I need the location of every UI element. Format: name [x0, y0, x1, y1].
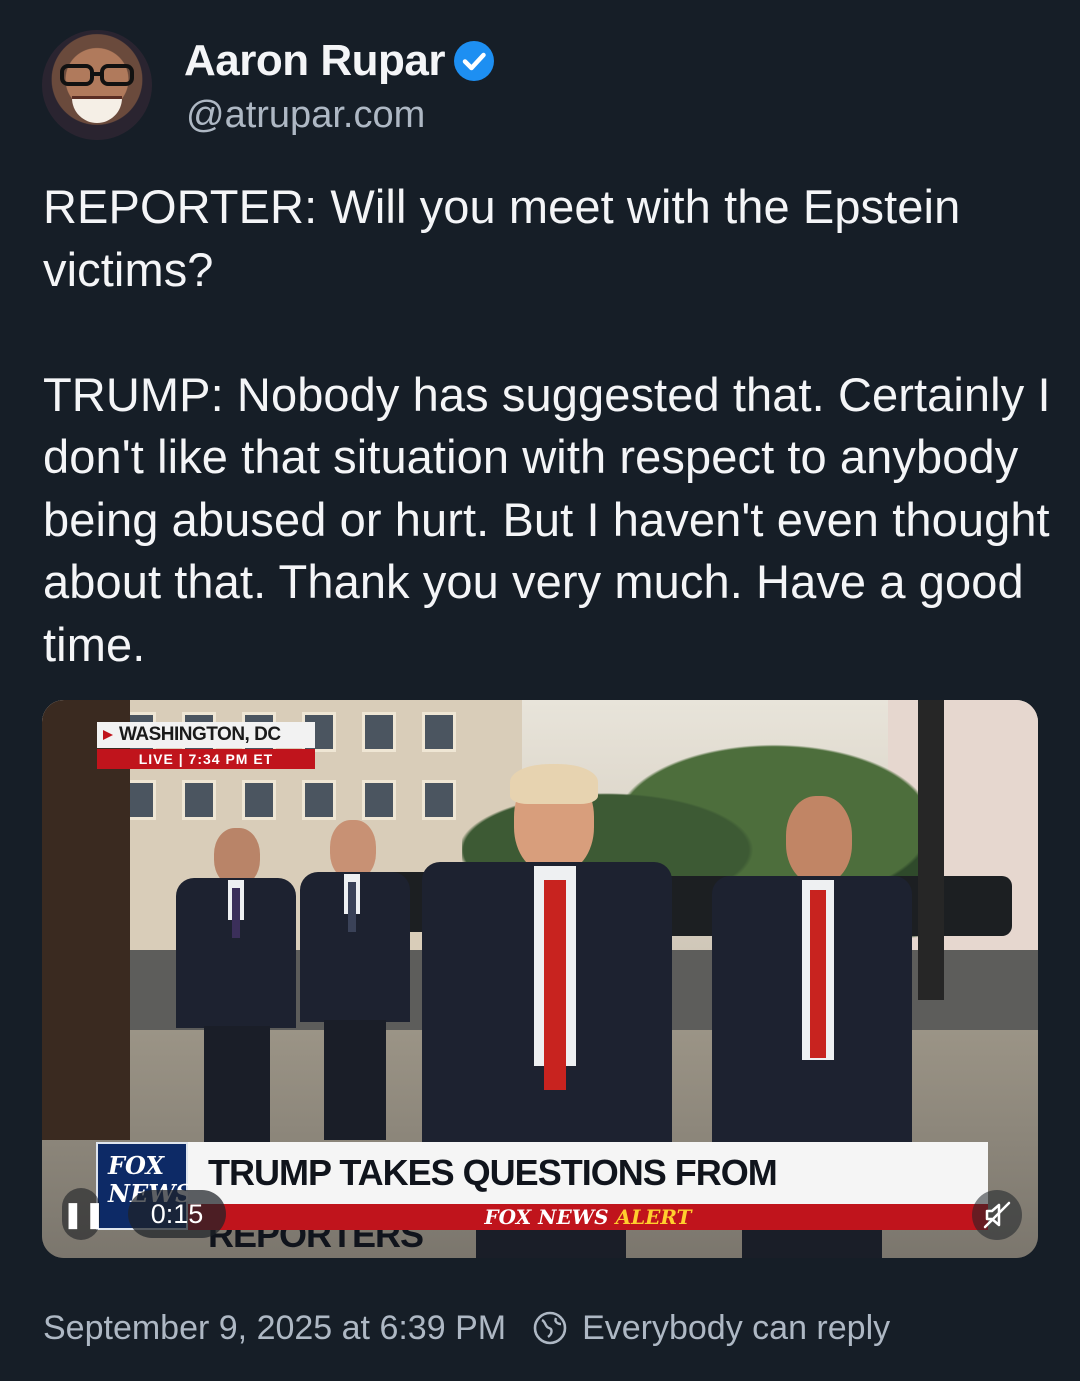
muted-speaker-icon	[983, 1201, 1011, 1229]
glasses-icon	[60, 64, 134, 86]
elapsed-time: 0:15	[128, 1190, 226, 1238]
post-header: Aaron Rupar @atrupar.com	[42, 30, 1042, 145]
alert-word: ALERT	[615, 1205, 692, 1229]
globe-icon	[533, 1311, 567, 1345]
live-label: LIVE | 7:34 PM ET	[97, 749, 315, 769]
post-timestamp[interactable]: September 9, 2025 at 6:39 PM	[43, 1309, 506, 1348]
location-badge: WASHINGTON, DC LIVE | 7:34 PM ET	[97, 722, 315, 770]
location-label: WASHINGTON, DC	[97, 722, 315, 748]
news-chyron: FOX NEWS TRUMP TAKES QUESTIONS FROM REPO…	[96, 1142, 988, 1255]
video-person	[300, 820, 410, 1140]
reply-setting[interactable]: Everybody can reply	[582, 1309, 890, 1348]
location-text: WASHINGTON, DC	[119, 724, 281, 745]
avatar[interactable]	[42, 30, 152, 140]
pause-button[interactable]: ❚❚	[62, 1188, 106, 1240]
video-person	[176, 828, 296, 1148]
video-lamp-post	[918, 700, 944, 1000]
verified-badge-icon[interactable]	[453, 40, 495, 82]
video-player[interactable]: WASHINGTON, DC LIVE | 7:34 PM ET FOX NEW…	[42, 700, 1038, 1258]
post-footer: September 9, 2025 at 6:39 PM Everybody c…	[43, 1306, 890, 1350]
avatar-smile	[72, 96, 122, 123]
chyron-headline: TRUMP TAKES QUESTIONS FROM REPORTERS	[188, 1142, 988, 1255]
post-paragraph: TRUMP: Nobody has suggested that. Certai…	[43, 367, 1051, 671]
post-text: REPORTER: Will you meet with the Epstein…	[43, 176, 1053, 676]
play-triangle-icon	[103, 730, 113, 740]
pause-icon: ❚❚	[62, 1199, 106, 1229]
mute-button[interactable]	[972, 1190, 1022, 1240]
alert-brand: FOX NEWS	[484, 1205, 609, 1229]
display-name[interactable]: Aaron Rupar	[184, 36, 445, 86]
post-paragraph: REPORTER: Will you meet with the Epstein…	[43, 180, 961, 296]
handle[interactable]: @atrupar.com	[186, 94, 425, 137]
name-row: Aaron Rupar	[184, 36, 495, 86]
chyron-alert: FOX NEWS ALERT	[188, 1204, 988, 1230]
